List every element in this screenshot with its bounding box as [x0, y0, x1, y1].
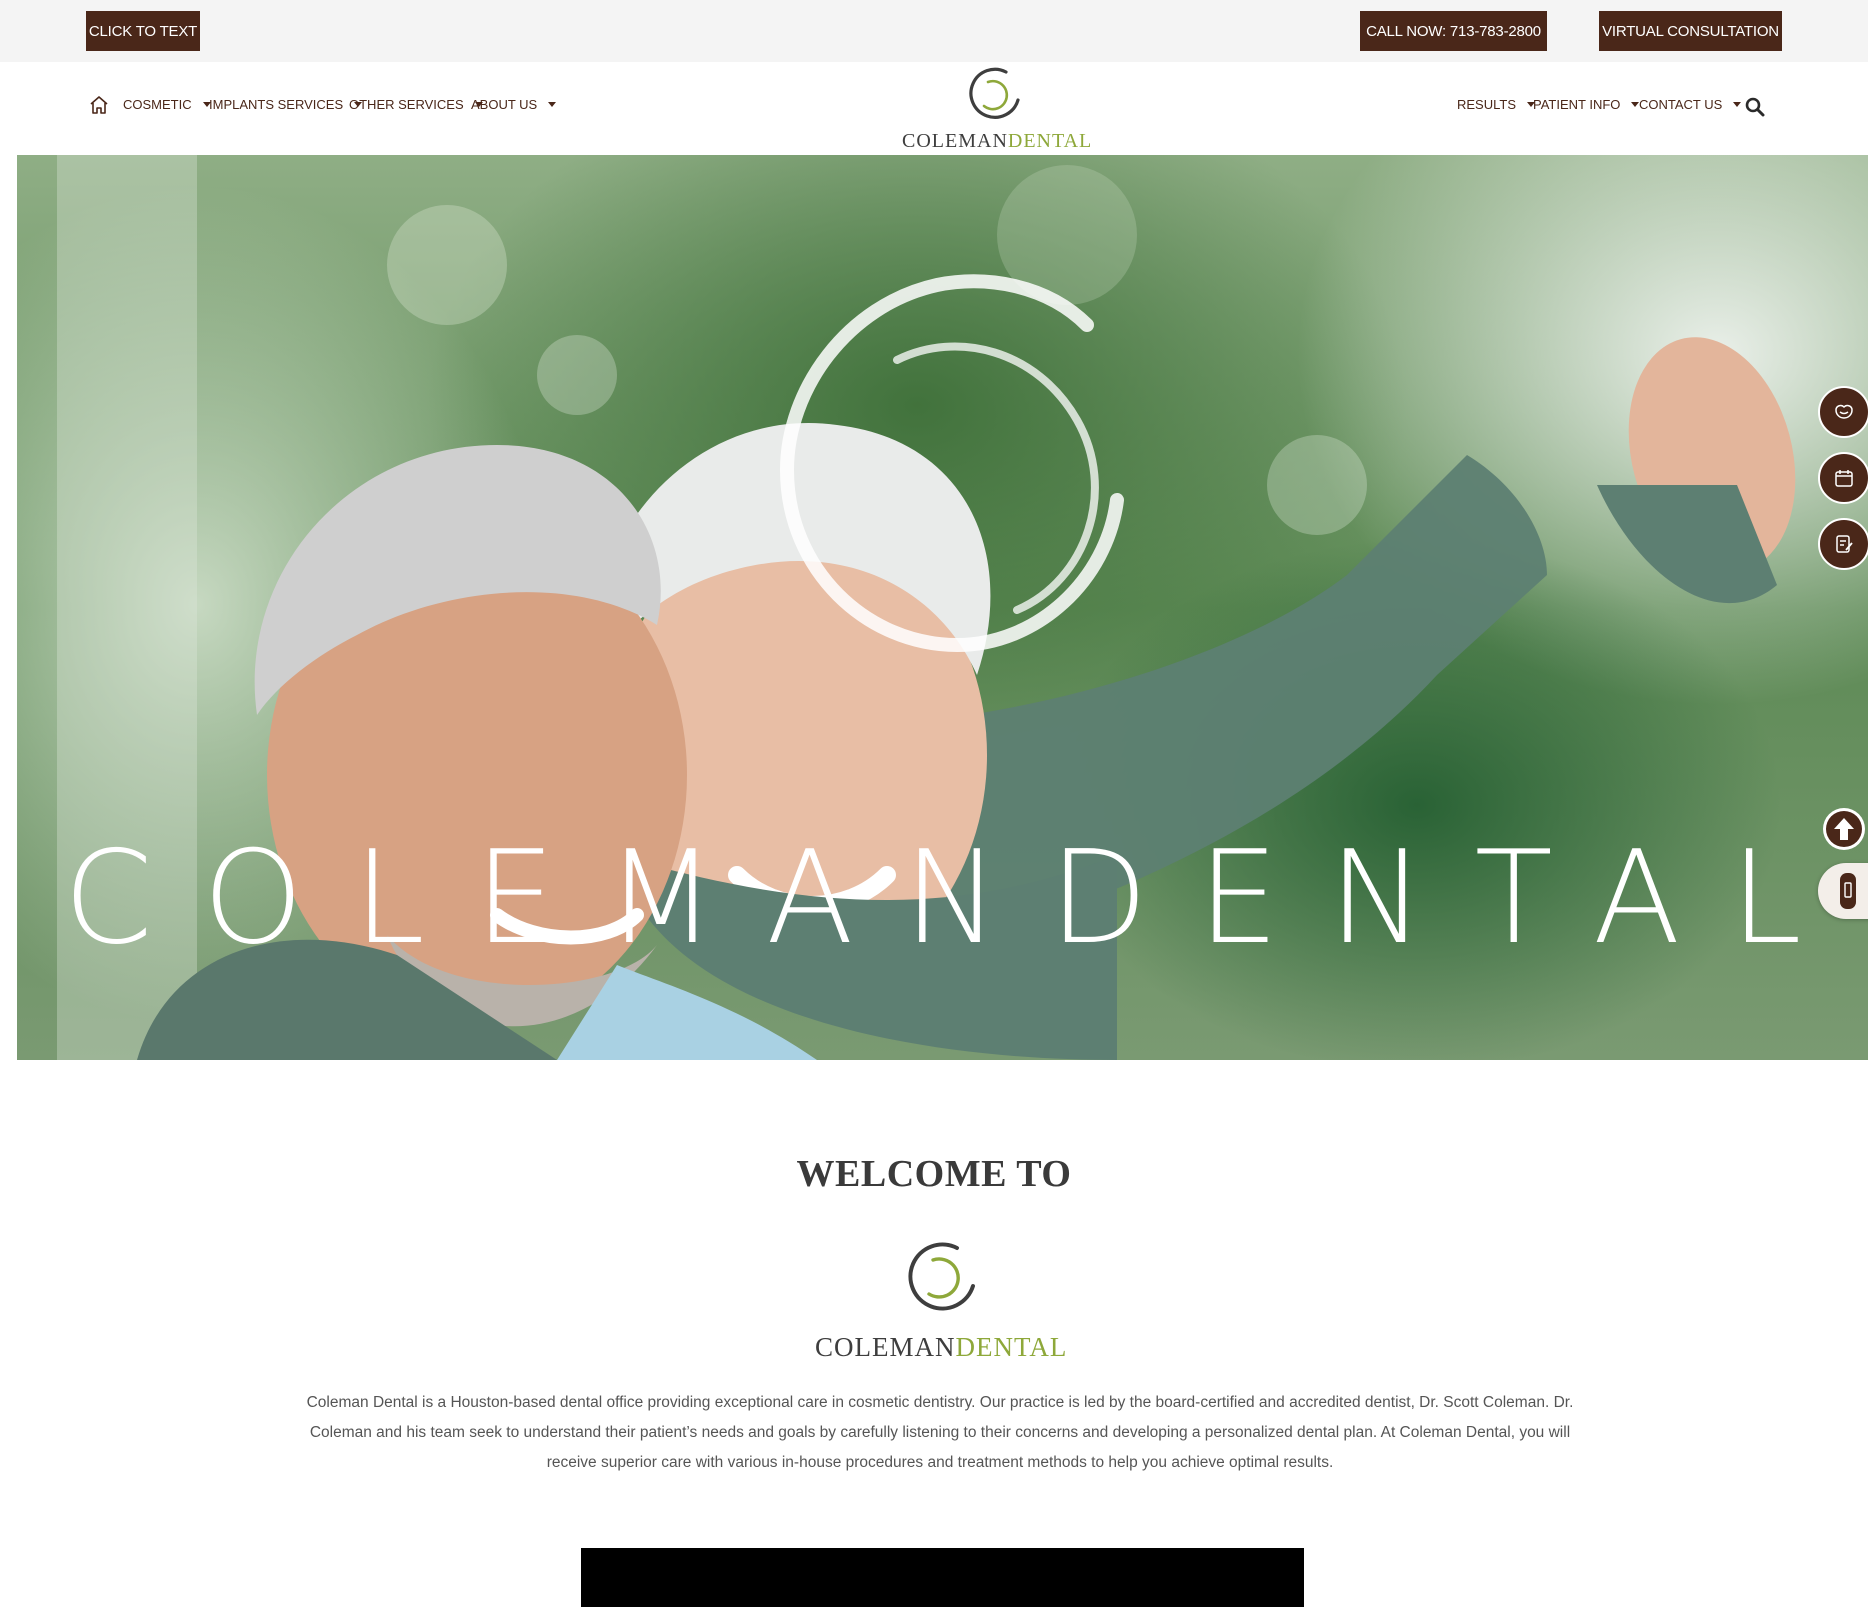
logo-word-coleman: COLEMAN [902, 130, 1008, 152]
home-icon[interactable] [88, 94, 110, 116]
logo-mark-icon [908, 1242, 975, 1311]
scroll-to-top-button[interactable] [1823, 808, 1865, 850]
arrow-up-icon [1826, 811, 1862, 847]
calendar-icon [1835, 470, 1853, 487]
nav-item-implants-services[interactable]: IMPLANTS SERVICES [209, 97, 363, 112]
search-icon[interactable] [1745, 97, 1765, 117]
hero-banner: COLEMANDENTAL [17, 155, 1868, 1060]
nav-item-patient-info[interactable]: PATIENT INFO [1533, 97, 1640, 112]
nav-item-other-services[interactable]: OTHER SERVICES [349, 97, 483, 112]
side-calendar-button[interactable] [1818, 452, 1868, 504]
chevron-down-icon [548, 102, 557, 107]
welcome-heading: WELCOME TO [796, 1153, 1072, 1195]
logo-wordmark: COLEMANDENTAL [902, 130, 1092, 153]
phone-icon [1840, 873, 1856, 909]
virtual-consultation-button[interactable]: VIRTUAL CONSULTATION [1599, 11, 1782, 51]
nav-item-label: OTHER SERVICES [349, 97, 464, 112]
welcome-logo: COLEMANDENTAL [810, 1240, 1070, 1368]
logo-wordmark: COLEMANDENTAL [815, 1332, 1067, 1363]
nav-item-about-us[interactable]: ABOUT US [471, 97, 557, 112]
nav-item-label: ABOUT US [471, 97, 538, 112]
nav-item-results[interactable]: RESULTS [1457, 97, 1535, 112]
nav-item-cosmetic[interactable]: COSMETIC [123, 97, 211, 112]
nav-item-label: RESULTS [1457, 97, 1516, 112]
logo-word-dental: DENTAL [1007, 130, 1093, 152]
nav-item-label: PATIENT INFO [1533, 97, 1621, 112]
side-form-button[interactable] [1818, 518, 1868, 570]
nav-item-label: COSMETIC [123, 97, 192, 112]
click-to-text-button[interactable]: CLICK TO TEXT [86, 11, 200, 51]
phone-tab-button[interactable] [1818, 863, 1868, 919]
hero-logo-mark-icon [779, 274, 1124, 653]
nav-item-label: IMPLANTS SERVICES [209, 97, 344, 112]
form-icon [1836, 535, 1853, 553]
logo-mark-icon [969, 67, 1020, 119]
intro-paragraph: Coleman Dental is a Houston-based dental… [306, 1394, 1574, 1471]
hero-title: COLEMANDENTAL [63, 824, 1852, 973]
nav-item-label: CONTACT US [1639, 97, 1723, 112]
nav-item-contact-us[interactable]: CONTACT US [1639, 97, 1742, 112]
logo-word-dental: DENTAL [955, 1332, 1068, 1362]
header-logo[interactable]: COLEMANDENTAL [896, 62, 1092, 154]
video-player[interactable] [581, 1548, 1304, 1607]
side-smile-button[interactable] [1818, 386, 1868, 438]
tooth-icon [1835, 404, 1853, 419]
chevron-down-icon [1733, 102, 1742, 107]
call-now-button[interactable]: CALL NOW: 713-783-2800 [1360, 11, 1547, 51]
top-bar: CLICK TO TEXT CALL NOW: 713-783-2800 VIR… [0, 0, 1868, 62]
logo-word-coleman: COLEMAN [815, 1332, 956, 1362]
